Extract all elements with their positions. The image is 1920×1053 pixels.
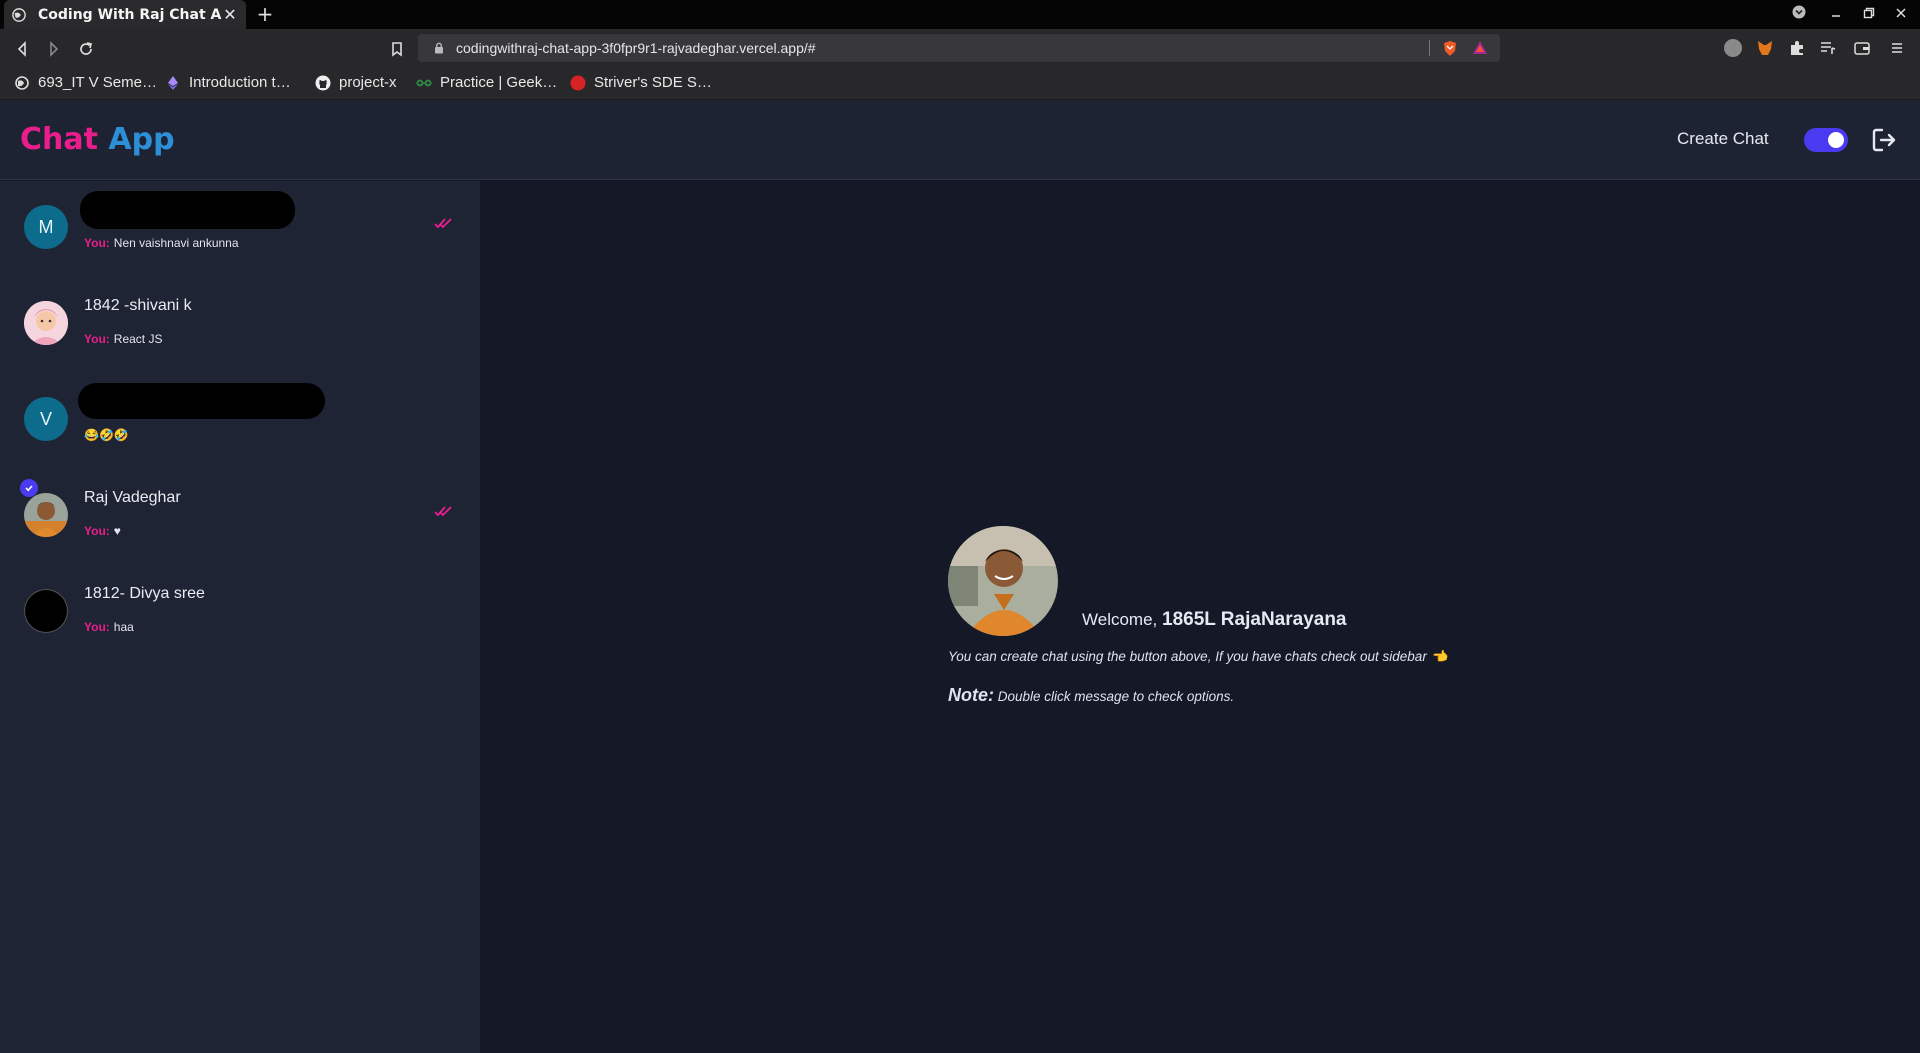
last-message: You: React JS bbox=[84, 332, 163, 346]
geeksforgeeks-icon bbox=[416, 75, 432, 91]
close-tab-icon[interactable]: ✕ bbox=[222, 5, 238, 24]
logout-icon[interactable] bbox=[1870, 126, 1898, 154]
user-avatar bbox=[948, 526, 1058, 636]
avatar bbox=[24, 589, 68, 633]
globe-icon bbox=[14, 75, 30, 91]
bookmark-item-0[interactable]: 693_IT V Seme… bbox=[14, 74, 157, 91]
username: 1865L RajaNarayana bbox=[1162, 609, 1347, 630]
chat-list-item[interactable]: 1842 -shivani k You: React JS bbox=[0, 277, 480, 373]
menu-icon[interactable] bbox=[1888, 39, 1906, 57]
note-label: Note: bbox=[948, 685, 994, 705]
welcome-prefix: Welcome, bbox=[1082, 610, 1158, 629]
back-icon[interactable] bbox=[10, 37, 34, 61]
chat-list-item[interactable]: M You: Nen vaishnavi ankunna bbox=[0, 181, 480, 277]
chat-name: 1812- Divya sree bbox=[84, 585, 205, 602]
you-label: You: bbox=[84, 236, 110, 250]
avatar: V bbox=[24, 397, 68, 441]
globe-icon bbox=[12, 7, 26, 22]
ethereum-icon bbox=[165, 75, 181, 91]
bookmark-item-4[interactable]: Striver's SDE S… bbox=[570, 74, 712, 91]
extension-avatar-icon[interactable] bbox=[1724, 39, 1742, 57]
chat-list-item[interactable]: V 😂🤣🤣 bbox=[0, 373, 480, 469]
theme-toggle[interactable] bbox=[1804, 128, 1848, 152]
address-bar[interactable]: codingwithraj-chat-app-3f0fpr9r1-rajvade… bbox=[418, 34, 1500, 62]
brave-shield-icon[interactable] bbox=[1442, 40, 1458, 57]
chat-list-item[interactable]: 1812- Divya sree You: haa bbox=[0, 565, 480, 661]
wallet-icon[interactable] bbox=[1853, 39, 1871, 57]
bookmark-icon[interactable] bbox=[385, 37, 409, 61]
tab-search-icon[interactable] bbox=[1788, 4, 1810, 26]
chat-name: Raj Vadeghar bbox=[84, 489, 181, 506]
last-message: You: Nen vaishnavi ankunna bbox=[84, 236, 239, 250]
note-body: Double click message to check options. bbox=[997, 689, 1235, 704]
brave-rewards-icon[interactable] bbox=[1472, 40, 1488, 56]
welcome-message: Welcome, 1865L RajaNarayana bbox=[1082, 609, 1347, 631]
last-message: 😂🤣🤣 bbox=[84, 428, 129, 442]
url-text: codingwithraj-chat-app-3f0fpr9r1-rajvade… bbox=[456, 40, 816, 56]
app-header: Chat App Create Chat bbox=[0, 100, 1920, 180]
double-check-icon bbox=[434, 218, 452, 229]
note-text: Note: Double click message to check opti… bbox=[948, 685, 1234, 706]
extensions-puzzle-icon[interactable] bbox=[1788, 39, 1806, 57]
chat-list-item[interactable]: Raj Vadeghar You: ♥ bbox=[0, 469, 480, 565]
avatar bbox=[24, 301, 68, 345]
chat-name: 1842 -shivani k bbox=[84, 297, 192, 314]
redacted-name bbox=[78, 383, 325, 419]
verified-badge-icon bbox=[20, 479, 38, 497]
redacted-name bbox=[80, 191, 295, 229]
lock-icon bbox=[435, 42, 443, 54]
tab-title: Coding With Raj Chat App bbox=[38, 6, 222, 23]
you-label: You: bbox=[84, 524, 110, 538]
bookmark-item-1[interactable]: Introduction t… bbox=[165, 74, 291, 91]
chat-sidebar: M You: Nen vaishnavi ankunna 1842 -shivan… bbox=[0, 181, 480, 1053]
last-message: You: ♥ bbox=[84, 524, 121, 538]
bookmark-item-3[interactable]: Practice | Geek… bbox=[416, 74, 557, 91]
github-icon bbox=[315, 75, 331, 91]
browser-tab-bar: Coding With Raj Chat App ✕ + bbox=[0, 0, 1920, 29]
address-divider bbox=[1429, 40, 1430, 56]
minimize-icon[interactable] bbox=[1825, 4, 1847, 26]
double-check-icon bbox=[434, 506, 452, 517]
bookmark-item-2[interactable]: project-x bbox=[315, 74, 397, 91]
create-chat-button[interactable]: Create Chat bbox=[1677, 129, 1769, 149]
avatar: M bbox=[24, 205, 68, 249]
logo-chat-text: Chat bbox=[20, 122, 98, 157]
main-panel: Welcome, 1865L RajaNarayana You can crea… bbox=[480, 181, 1920, 1053]
logo-app-text: App bbox=[108, 122, 175, 157]
restore-icon[interactable] bbox=[1858, 4, 1880, 26]
playlist-icon[interactable] bbox=[1819, 39, 1837, 57]
toggle-knob bbox=[1828, 132, 1844, 148]
last-message: You: haa bbox=[84, 620, 134, 634]
you-label: You: bbox=[84, 620, 110, 634]
forward-icon[interactable] bbox=[42, 37, 66, 61]
metamask-fox-icon[interactable] bbox=[1756, 39, 1774, 57]
browser-toolbar: codingwithraj-chat-app-3f0fpr9r1-rajvade… bbox=[0, 29, 1920, 68]
close-window-icon[interactable] bbox=[1890, 4, 1912, 26]
you-label: You: bbox=[84, 332, 110, 346]
hint-text: You can create chat using the button abo… bbox=[948, 649, 1448, 664]
bookmarks-bar: 693_IT V Seme… Introduction t… project-x… bbox=[0, 68, 1920, 100]
tuf-icon bbox=[570, 75, 586, 91]
reload-icon[interactable] bbox=[74, 37, 98, 61]
app-logo[interactable]: Chat App bbox=[20, 122, 175, 157]
browser-tab-active[interactable]: Coding With Raj Chat App ✕ bbox=[4, 0, 246, 29]
avatar bbox=[24, 493, 68, 537]
new-tab-button[interactable]: + bbox=[254, 3, 276, 25]
